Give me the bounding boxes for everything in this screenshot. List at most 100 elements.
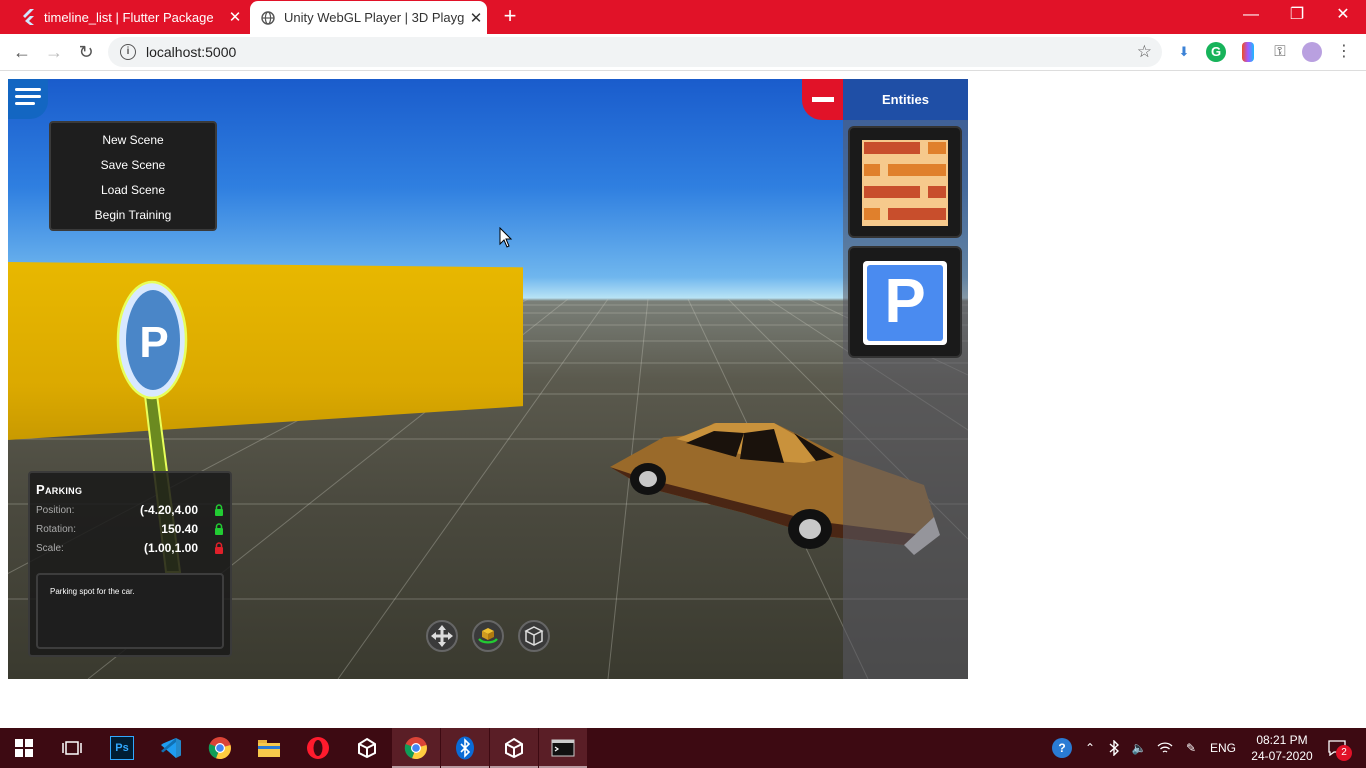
rotate-icon <box>478 628 498 644</box>
new-tab-button[interactable]: + <box>498 5 522 29</box>
scene-menu: New Scene Save Scene Load Scene Begin Tr… <box>49 121 217 231</box>
load-scene-item[interactable]: Load Scene <box>51 178 215 203</box>
tab-title: timeline_list | Flutter Package <box>44 9 214 25</box>
notification-badge: 2 <box>1336 745 1352 761</box>
pen-icon[interactable]: ✎ <box>1180 728 1202 768</box>
collapse-entities-button[interactable] <box>802 79 843 120</box>
minimize-button[interactable]: — <box>1228 0 1274 30</box>
lock-icon[interactable] <box>214 523 224 535</box>
unity-app[interactable] <box>343 728 391 768</box>
maximize-button[interactable]: ❐ <box>1274 0 1320 30</box>
chrome-icon <box>404 737 427 760</box>
vscode-icon <box>161 738 181 758</box>
scale-value[interactable]: (1.00,1.00 <box>144 541 198 555</box>
back-icon[interactable]: ← <box>10 40 34 64</box>
unity-hub-app[interactable] <box>490 728 538 768</box>
rotate-tool-button[interactable] <box>472 620 504 652</box>
vscode-app[interactable] <box>147 728 195 768</box>
photoshop-app[interactable]: Ps <box>98 728 146 768</box>
notifications-button[interactable]: 2 <box>1320 728 1354 768</box>
chrome-app[interactable] <box>196 728 244 768</box>
question-icon: ? <box>1052 738 1072 758</box>
forward-icon[interactable]: → <box>42 40 66 64</box>
wifi-icon[interactable] <box>1154 728 1176 768</box>
windows-taskbar: Ps ? ⌃ 🔈 ✎ ENG 08:21 PM 24-07-2020 2 <box>0 728 1366 768</box>
scale-row: Scale: (1.00,1.00 <box>36 540 226 558</box>
globe-icon <box>260 10 276 26</box>
description-box[interactable]: Parking spot for the car. <box>36 573 224 649</box>
lock-icon[interactable] <box>214 504 224 516</box>
object-title: Parking <box>36 482 83 497</box>
position-row: Position: (-4.20,4.00 <box>36 502 226 520</box>
begin-training-item[interactable]: Begin Training <box>51 203 215 228</box>
photoshop-icon: Ps <box>110 736 134 760</box>
opera-icon <box>307 737 329 759</box>
scale-tool-button[interactable] <box>518 620 550 652</box>
brick-wall-entity[interactable] <box>848 126 962 238</box>
move-arrows-icon <box>431 625 453 647</box>
show-hidden-icons[interactable]: ⌃ <box>1080 728 1100 768</box>
hamburger-menu-button[interactable] <box>8 79 48 119</box>
address-bar[interactable]: i localhost:5000 ☆ <box>108 37 1162 67</box>
menu-line <box>15 102 35 105</box>
start-button[interactable] <box>0 728 48 768</box>
rotation-value[interactable]: 150.40 <box>161 522 198 536</box>
tab-close-icon[interactable]: ✕ <box>224 8 246 26</box>
windows-logo-icon <box>15 739 33 757</box>
scale-label: Scale: <box>36 543 64 554</box>
wifi-signal-icon <box>1157 742 1173 753</box>
tab-close-icon[interactable]: ✕ <box>465 9 487 27</box>
site-info-icon[interactable]: i <box>120 44 136 60</box>
mouse-cursor-icon <box>499 227 513 248</box>
reload-icon[interactable]: ↻ <box>74 40 98 64</box>
bluetooth-tray-icon[interactable] <box>1104 728 1124 768</box>
task-view-button[interactable] <box>48 728 96 768</box>
parking-sign-entity[interactable]: P <box>848 246 962 358</box>
menu-line <box>15 88 41 91</box>
bluetooth-app[interactable] <box>441 728 489 768</box>
move-tool-button[interactable] <box>426 620 458 652</box>
tab-timeline-list[interactable]: timeline_list | Flutter Package ✕ <box>8 0 246 34</box>
opera-app[interactable] <box>294 728 342 768</box>
figma-icon[interactable] <box>1242 42 1254 62</box>
extensions-puzzle-icon[interactable]: ⚿ <box>1270 42 1290 62</box>
tab-title: Unity WebGL Player | 3D Playgro <box>284 10 465 25</box>
chrome-icon <box>208 737 231 760</box>
more-menu-icon[interactable]: ⋮ <box>1334 42 1354 62</box>
tab-unity-webgl[interactable]: Unity WebGL Player | 3D Playgro ✕ <box>250 1 487 34</box>
minus-icon <box>812 97 834 102</box>
chrome-active-app[interactable] <box>392 728 440 768</box>
browser-title-bar: timeline_list | Flutter Package ✕ Unity … <box>0 0 1366 34</box>
terminal-icon <box>551 739 575 757</box>
flutter-icon <box>20 9 36 25</box>
position-value[interactable]: (-4.20,4.00 <box>140 503 198 517</box>
unity-canvas[interactable]: P New Scene Save Scene Load Scene Begin … <box>8 79 968 679</box>
language-indicator[interactable]: ENG <box>1206 728 1240 768</box>
bluetooth-icon <box>1109 740 1119 756</box>
file-explorer-app[interactable] <box>245 728 293 768</box>
grammarly-icon[interactable]: G <box>1206 42 1226 62</box>
parking-sign-letter: P <box>884 267 926 336</box>
save-scene-item[interactable]: Save Scene <box>51 153 215 178</box>
unity-icon <box>358 737 376 759</box>
help-tray-icon[interactable]: ? <box>1048 728 1076 768</box>
close-window-button[interactable]: ✕ <box>1320 0 1366 30</box>
bookmark-star-icon[interactable]: ☆ <box>1137 42 1152 62</box>
lock-icon[interactable] <box>214 542 224 554</box>
bluetooth-icon <box>456 736 474 760</box>
browser-toolbar: ← → ↻ i localhost:5000 ☆ ⬇ G ⚿ ⋮ <box>0 34 1366 71</box>
terminal-app[interactable] <box>539 728 587 768</box>
unity-hub-icon <box>505 737 523 759</box>
clock[interactable]: 08:21 PM 24-07-2020 <box>1244 728 1320 768</box>
profile-avatar[interactable] <box>1302 42 1322 62</box>
download-extension-icon[interactable]: ⬇ <box>1174 42 1194 62</box>
folder-icon <box>258 740 280 757</box>
rotation-row: Rotation: 150.40 <box>36 521 226 539</box>
new-scene-item[interactable]: New Scene <box>51 128 215 153</box>
entities-title: Entities <box>843 79 968 120</box>
menu-line <box>15 95 41 98</box>
volume-icon[interactable]: 🔈 <box>1128 728 1150 768</box>
rotation-label: Rotation: <box>36 524 77 535</box>
cube-icon <box>524 626 544 646</box>
clock-date: 24-07-2020 <box>1251 749 1313 763</box>
